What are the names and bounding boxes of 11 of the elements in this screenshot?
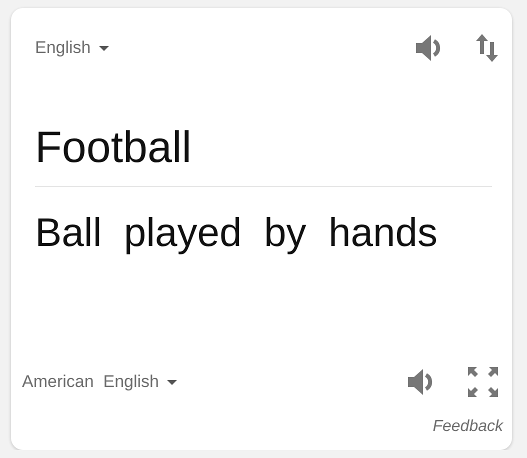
caret-icon	[98, 46, 109, 50]
swap-button[interactable]	[476, 34, 498, 62]
translated-text: Ball played by hands	[35, 210, 438, 257]
target-language-dropdown[interactable]: American English	[22, 372, 178, 392]
caret-icon	[167, 380, 178, 384]
swap-arrows-icon	[476, 34, 498, 62]
expand-icon	[468, 367, 498, 397]
fullscreen-button[interactable]	[468, 367, 498, 397]
source-text: Football	[35, 122, 193, 174]
source-language-dropdown[interactable]: English	[35, 38, 109, 58]
feedback-link[interactable]: Feedback	[432, 418, 503, 436]
